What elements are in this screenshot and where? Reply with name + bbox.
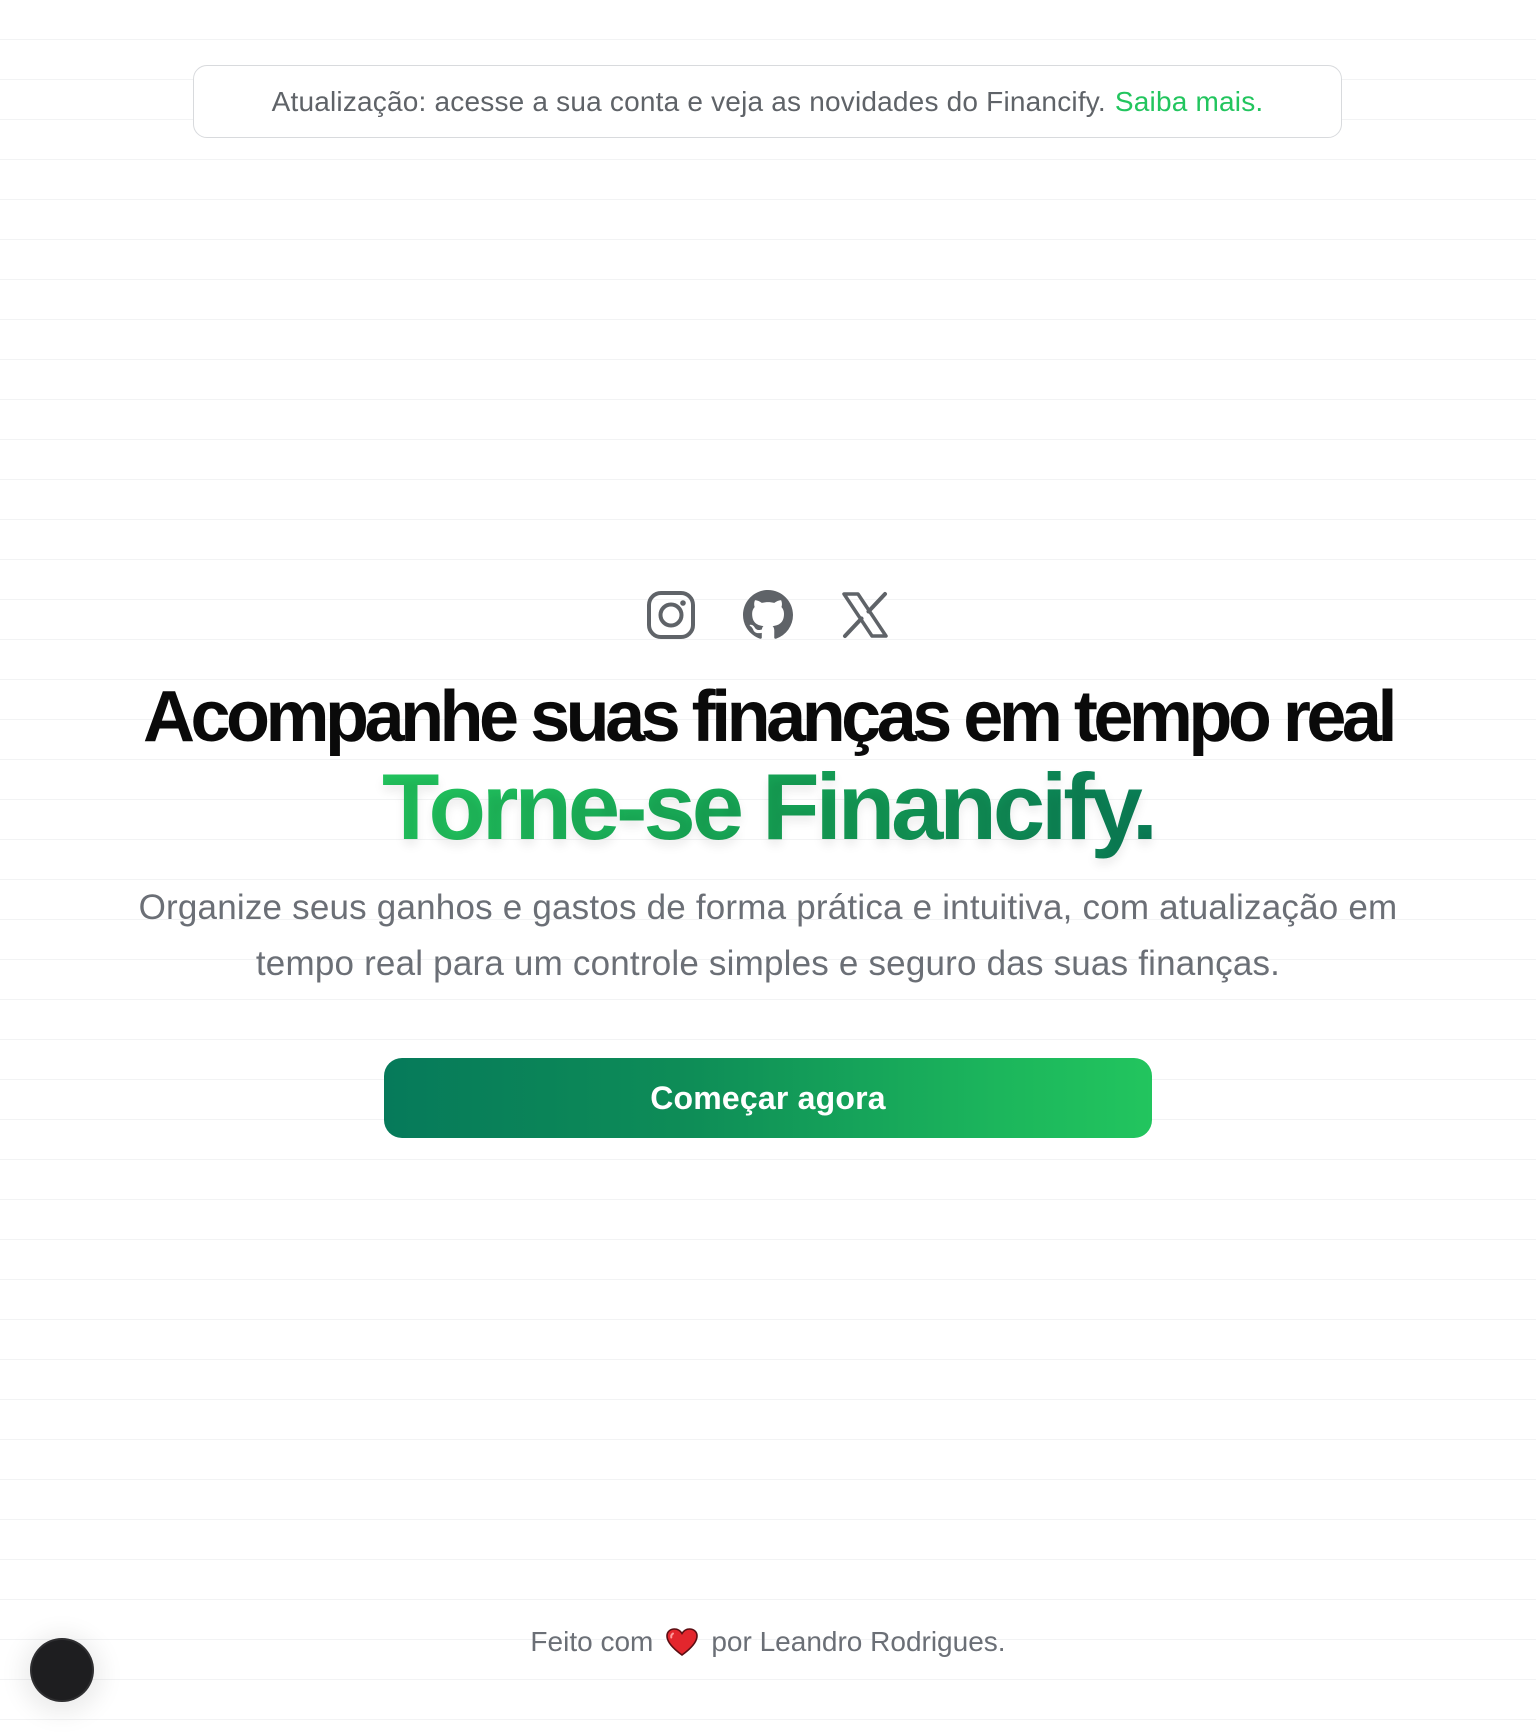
github-link[interactable] bbox=[743, 590, 793, 640]
footer: Feito com por Leandro Rodrigues. bbox=[0, 1626, 1536, 1658]
announcement-text: Atualização: acesse a sua conta e veja a… bbox=[271, 85, 1106, 117]
social-links bbox=[0, 590, 1536, 640]
announcement-bar: Atualização: acesse a sua conta e veja a… bbox=[193, 65, 1342, 138]
hero-subtitle: Organize seus ganhos e gastos de forma p… bbox=[138, 888, 1398, 983]
footer-text-before: Feito com bbox=[530, 1626, 654, 1657]
x-icon bbox=[842, 592, 888, 638]
heart-icon bbox=[666, 1628, 699, 1656]
get-started-button[interactable]: Começar agora bbox=[384, 1058, 1152, 1138]
github-icon bbox=[743, 590, 793, 639]
hero-headline: Acompanhe suas finanças em tempo real bbox=[143, 677, 1397, 757]
hero-brand-line: Torne-se Financify. bbox=[0, 752, 1536, 862]
brand-line-text: Torne-se Financify. bbox=[382, 754, 1158, 859]
x-link[interactable] bbox=[840, 590, 890, 640]
instagram-link[interactable] bbox=[646, 590, 696, 640]
footer-text-after: por Leandro Rodrigues. bbox=[711, 1626, 1006, 1657]
learn-more-link[interactable]: Saiba mais. bbox=[1115, 86, 1264, 118]
floating-action-button[interactable] bbox=[32, 1640, 92, 1700]
instagram-icon bbox=[647, 591, 695, 639]
